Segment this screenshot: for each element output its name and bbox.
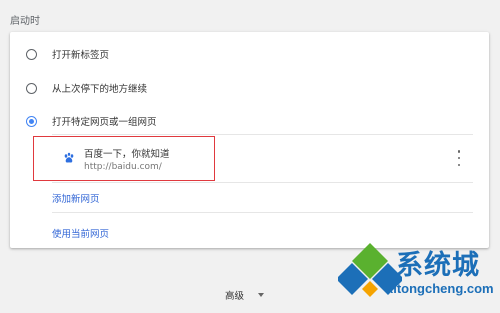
radio-option-specific-pages[interactable]: 打开特定网页或一组网页 — [10, 104, 489, 138]
more-actions-icon[interactable] — [453, 150, 465, 166]
radio-option-continue[interactable]: 从上次停下的地方继续 — [10, 71, 489, 105]
advanced-label: 高级 — [225, 291, 245, 302]
chevron-down-icon — [258, 293, 265, 297]
radio-button[interactable] — [26, 48, 37, 60]
add-new-page-link[interactable]: 添加新网页 — [52, 191, 100, 205]
divider — [52, 182, 473, 183]
watermark: 系统城 xitongcheng.com — [338, 241, 496, 307]
radio-label: 从上次停下的地方继续 — [52, 84, 148, 95]
radio-label: 打开特定网页或一组网页 — [52, 117, 157, 128]
radio-button-selected[interactable] — [26, 115, 37, 127]
watermark-text: 系统城 — [396, 250, 480, 281]
advanced-toggle[interactable]: 高级 — [225, 288, 265, 302]
watermark-url: xitongcheng.com — [386, 281, 494, 296]
divider — [52, 212, 473, 213]
radio-button[interactable] — [26, 82, 37, 94]
use-current-pages-link[interactable]: 使用当前网页 — [52, 226, 109, 240]
annotation-highlight-box — [33, 136, 215, 181]
radio-option-new-tab[interactable]: 打开新标签页 — [10, 37, 489, 71]
section-title: 启动时 — [10, 16, 40, 27]
radio-label: 打开新标签页 — [52, 50, 110, 61]
